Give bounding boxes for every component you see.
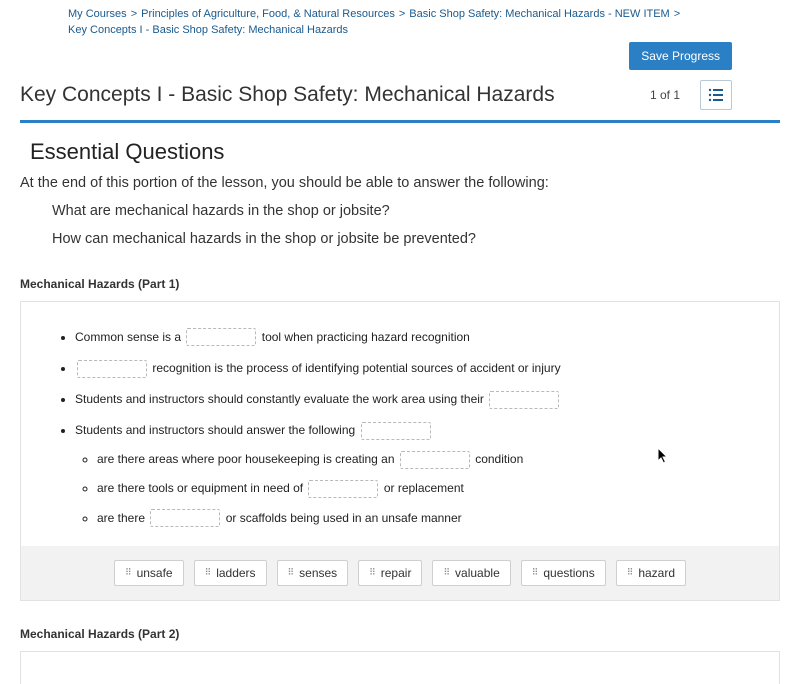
pager-label: 1 of 1 xyxy=(650,88,680,102)
blank-dropzone[interactable] xyxy=(361,422,431,440)
grip-icon: ⠿ xyxy=(532,567,538,578)
breadcrumb-current: Key Concepts I - Basic Shop Safety: Mech… xyxy=(68,24,348,36)
blank-dropzone[interactable] xyxy=(489,391,559,409)
fill-blank-line: Students and instructors should constant… xyxy=(75,390,759,409)
breadcrumb-link[interactable]: Basic Shop Safety: Mechanical Hazards - … xyxy=(409,8,669,20)
grip-icon: ⠿ xyxy=(443,567,449,578)
text-fragment: or replacement xyxy=(384,481,464,495)
essential-questions-heading: Essential Questions xyxy=(30,139,780,165)
word-label: repair xyxy=(381,566,412,580)
save-progress-button[interactable]: Save Progress xyxy=(629,42,732,70)
essential-intro: At the end of this portion of the lesson… xyxy=(20,175,780,191)
grip-icon: ⠿ xyxy=(288,567,294,578)
part1-card: Common sense is a tool when practicing h… xyxy=(20,301,780,601)
text-fragment: recognition is the process of identifyin… xyxy=(152,361,560,375)
breadcrumb-link[interactable]: My Courses xyxy=(68,8,127,20)
text-fragment: are there xyxy=(97,511,148,525)
word-chip[interactable]: ⠿ ladders xyxy=(194,560,267,586)
text-fragment: or scaffolds being used in an unsafe man… xyxy=(226,511,462,525)
section-title-part1: Mechanical Hazards (Part 1) xyxy=(20,277,780,291)
word-label: ladders xyxy=(216,566,255,580)
page-title: Key Concepts I - Basic Shop Safety: Mech… xyxy=(20,83,555,107)
fill-blank-subline: are there or scaffolds being used in an … xyxy=(97,509,759,528)
word-label: hazard xyxy=(638,566,675,580)
breadcrumb-link[interactable]: Principles of Agriculture, Food, & Natur… xyxy=(141,8,395,20)
fill-blank-subline: are there tools or equipment in need of … xyxy=(97,479,759,498)
word-label: questions xyxy=(543,566,594,580)
essential-question: How can mechanical hazards in the shop o… xyxy=(52,229,780,251)
grip-icon: ⠿ xyxy=(369,567,375,578)
essential-question: What are mechanical hazards in the shop … xyxy=(52,201,780,223)
breadcrumb-sep: > xyxy=(131,8,137,20)
grip-icon: ⠿ xyxy=(627,567,633,578)
word-chip[interactable]: ⠿ hazard xyxy=(616,560,686,586)
text-fragment: are there areas where poor housekeeping … xyxy=(97,452,398,466)
word-bank: ⠿ unsafe ⠿ ladders ⠿ senses ⠿ repair ⠿ valuab… xyxy=(21,546,779,600)
text-fragment: condition xyxy=(475,452,523,466)
word-label: unsafe xyxy=(137,566,173,580)
fill-blank-line: recognition is the process of identifyin… xyxy=(75,359,759,378)
word-chip[interactable]: ⠿ questions xyxy=(521,560,606,586)
part2-card xyxy=(20,651,780,684)
word-label: valuable xyxy=(455,566,500,580)
word-label: senses xyxy=(299,566,337,580)
word-chip[interactable]: ⠿ repair xyxy=(358,560,422,586)
grip-icon: ⠿ xyxy=(125,567,131,578)
blank-dropzone[interactable] xyxy=(400,451,470,469)
blank-dropzone[interactable] xyxy=(77,360,147,378)
section-title-part2: Mechanical Hazards (Part 2) xyxy=(20,627,780,641)
fill-blank-line: Common sense is a tool when practicing h… xyxy=(75,328,759,347)
grip-icon: ⠿ xyxy=(205,567,211,578)
breadcrumb: My Courses > Principles of Agriculture, … xyxy=(16,6,784,42)
blank-dropzone[interactable] xyxy=(150,509,220,527)
toc-button[interactable] xyxy=(700,80,732,110)
word-chip[interactable]: ⠿ unsafe xyxy=(114,560,184,586)
text-fragment: tool when practicing hazard recognition xyxy=(262,330,470,344)
word-chip[interactable]: ⠿ valuable xyxy=(432,560,510,586)
word-chip[interactable]: ⠿ senses xyxy=(277,560,349,586)
text-fragment: are there tools or equipment in need of xyxy=(97,481,306,495)
breadcrumb-sep: > xyxy=(399,8,405,20)
list-icon xyxy=(708,88,724,102)
blank-dropzone[interactable] xyxy=(186,328,256,346)
text-fragment: Students and instructors should constant… xyxy=(75,392,487,406)
text-fragment: Common sense is a xyxy=(75,330,184,344)
breadcrumb-sep: > xyxy=(674,8,680,20)
accent-divider xyxy=(20,120,780,123)
text-fragment: Students and instructors should answer t… xyxy=(75,423,359,437)
blank-dropzone[interactable] xyxy=(308,480,378,498)
fill-blank-subline: are there areas where poor housekeeping … xyxy=(97,450,759,469)
fill-blank-line: Students and instructors should answer t… xyxy=(75,421,759,528)
